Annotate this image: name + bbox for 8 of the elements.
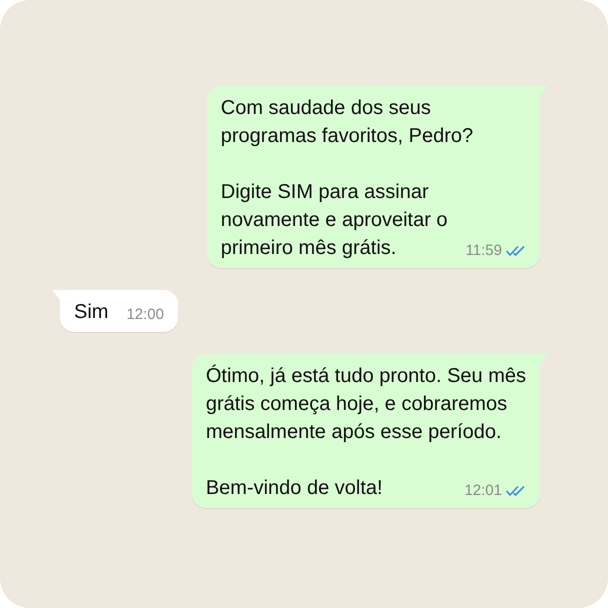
message-text: Bem-vindo de volta! <box>206 476 383 501</box>
message-time: 11:59 <box>466 242 502 260</box>
message-text: Com saudade dos seus programas favoritos, Pedro? <box>220 96 474 149</box>
message-text: Ótimo, já está tudo pronto. Seu mês grátis começa hoje, e cobraremos mensalmente após esse período. <box>206 364 526 445</box>
message-text: Sim <box>74 300 108 325</box>
message-time: 12:01 <box>464 482 502 500</box>
message-text: Digite SIM para assinar novamente e aproveitar o primeiro mês grátis. <box>220 180 448 261</box>
message-time: 12:00 <box>126 306 164 324</box>
